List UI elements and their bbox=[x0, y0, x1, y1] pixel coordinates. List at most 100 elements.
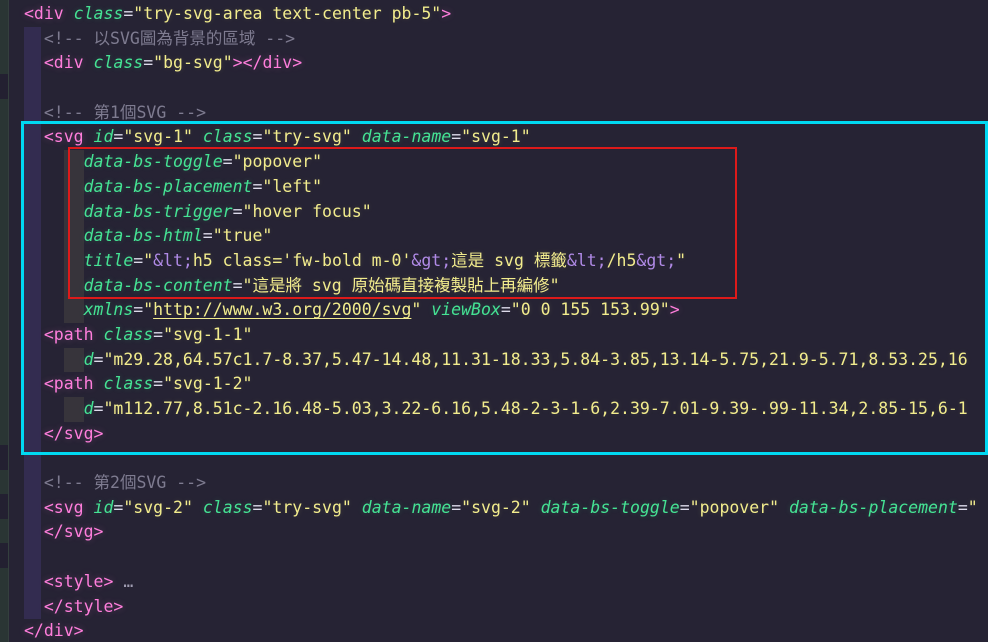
code-line-4[interactable] bbox=[0, 76, 988, 101]
indent-guide-band bbox=[64, 348, 84, 373]
token-str: /h5 bbox=[607, 251, 637, 270]
code-line-11[interactable]: title="&lt;h5 class='fw-bold m-0'&gt;這是 … bbox=[0, 249, 988, 274]
indent-whitespace bbox=[24, 43, 44, 44]
code-line-6[interactable]: <svg id="svg-1" class="try-svg" data-nam… bbox=[0, 125, 988, 150]
code-line-9[interactable]: data-bs-trigger="hover focus" bbox=[0, 200, 988, 225]
code-line-16[interactable]: <path class="svg-1-2" bbox=[0, 372, 988, 397]
token-str: " bbox=[143, 251, 153, 270]
token-str: "hover focus" bbox=[243, 202, 372, 221]
token-eq: = bbox=[451, 127, 461, 146]
indent-guide-band bbox=[64, 274, 84, 299]
token-str: "svg-2" bbox=[123, 498, 193, 517]
token-com: <!-- 第2個SVG --> bbox=[44, 473, 206, 492]
token-tag: </style> bbox=[44, 597, 123, 616]
token-attr: id bbox=[84, 498, 114, 517]
token-str: "m112.77,8.51c-2.16.48-5.03,3.22-6.16,5.… bbox=[103, 399, 967, 418]
token-str: "0 0 155 153.99" bbox=[511, 300, 670, 319]
token-str: "bg-svg" bbox=[153, 53, 232, 72]
code-line-13[interactable]: xmlns="http://www.w3.org/2000/svg" viewB… bbox=[0, 298, 988, 323]
token-tag: <path bbox=[44, 325, 94, 344]
token-ent: &lt; bbox=[153, 251, 193, 270]
code-line-14[interactable]: <path class="svg-1-1" bbox=[0, 323, 988, 348]
token-attr: viewBox bbox=[421, 300, 500, 319]
token-attr: data-bs-content bbox=[84, 276, 233, 295]
token-str: "這是將 svg 原始碼直接複製貼上再編修" bbox=[243, 276, 560, 295]
token-attr: class bbox=[64, 4, 124, 23]
gutter-strip bbox=[0, 0, 9, 642]
code-line-22[interactable]: </svg> bbox=[0, 520, 988, 545]
token-tag: <style> bbox=[44, 572, 114, 591]
token-eq: = bbox=[501, 300, 511, 319]
code-line-21[interactable]: <svg id="svg-2" class="try-svg" data-nam… bbox=[0, 496, 988, 521]
token-eq: = bbox=[233, 202, 243, 221]
token-str: " bbox=[143, 300, 153, 319]
token-str: 這是 svg 標籤 bbox=[451, 251, 567, 270]
token-tag: </svg> bbox=[44, 424, 104, 443]
token-tag: <div bbox=[24, 4, 64, 23]
token-str: h5 class='fw-bold m-0' bbox=[193, 251, 412, 270]
token-eq: = bbox=[223, 152, 233, 171]
gutter-decoration bbox=[0, 543, 8, 568]
code-editor[interactable]: <div class="try-svg-area text-center pb-… bbox=[0, 0, 988, 642]
token-str: "popover" bbox=[233, 152, 322, 171]
token-str: "popover" bbox=[690, 498, 779, 517]
token-com: <!-- 以SVG圖為背景的區域 --> bbox=[44, 29, 295, 48]
code-line-25[interactable]: </style> bbox=[0, 595, 988, 620]
code-line-19[interactable] bbox=[0, 446, 988, 471]
code-line-23[interactable] bbox=[0, 545, 988, 570]
token-attr: class bbox=[94, 325, 154, 344]
code-line-7[interactable]: data-bs-toggle="popover" bbox=[0, 150, 988, 175]
code-line-3[interactable]: <div class="bg-svg"></div> bbox=[0, 51, 988, 76]
token-eq: = bbox=[113, 498, 123, 517]
token-str: " bbox=[411, 300, 421, 319]
token-attr: data-bs-trigger bbox=[84, 202, 233, 221]
token-eq: = bbox=[123, 4, 133, 23]
indent-guide-band bbox=[64, 200, 84, 225]
token-ent: &gt; bbox=[636, 251, 676, 270]
token-attr: data-bs-placement bbox=[779, 498, 958, 517]
token-attr: data-name bbox=[352, 127, 451, 146]
token-str: "svg-2" bbox=[461, 498, 531, 517]
indent-guide-band bbox=[64, 150, 84, 175]
code-line-15[interactable]: d="m29.28,64.57c1.7-8.37,5.47-14.48,11.3… bbox=[0, 348, 988, 373]
code-line-18[interactable]: </svg> bbox=[0, 422, 988, 447]
indent-whitespace bbox=[24, 339, 44, 340]
indent-whitespace bbox=[24, 536, 44, 537]
token-eq: = bbox=[94, 350, 104, 369]
code-line-12[interactable]: data-bs-content="這是將 svg 原始碼直接複製貼上再編修" bbox=[0, 274, 988, 299]
indent-whitespace bbox=[24, 141, 44, 142]
code-line-1[interactable]: <div class="try-svg-area text-center pb-… bbox=[0, 2, 988, 27]
token-tag: <svg bbox=[44, 127, 84, 146]
code-line-24[interactable]: <style> … bbox=[0, 570, 988, 595]
token-eq: = bbox=[143, 53, 153, 72]
code-line-17[interactable]: d="m112.77,8.51c-2.16.48-5.03,3.22-6.16,… bbox=[0, 397, 988, 422]
token-attr: data-bs-toggle bbox=[531, 498, 680, 517]
token-str: "svg-1" bbox=[461, 127, 531, 146]
token-eq: = bbox=[252, 177, 262, 196]
token-attr: data-name bbox=[352, 498, 451, 517]
indent-whitespace bbox=[24, 487, 44, 488]
token-eq: = bbox=[94, 399, 104, 418]
indent-whitespace bbox=[24, 611, 44, 612]
token-attr: class bbox=[94, 374, 154, 393]
code-line-26[interactable]: </div> bbox=[0, 619, 988, 642]
token-attr: class bbox=[193, 498, 253, 517]
code-line-10[interactable]: data-bs-html="true" bbox=[0, 224, 988, 249]
indent-whitespace bbox=[24, 438, 44, 439]
token-eq: = bbox=[680, 498, 690, 517]
token-eq: = bbox=[203, 226, 213, 245]
code-line-8[interactable]: data-bs-placement="left" bbox=[0, 175, 988, 200]
token-tag: ></div> bbox=[233, 53, 303, 72]
indent-whitespace bbox=[24, 586, 44, 587]
code-line-20[interactable]: <!-- 第2個SVG --> bbox=[0, 471, 988, 496]
token-tag: > bbox=[670, 300, 680, 319]
code-line-2[interactable]: <!-- 以SVG圖為背景的區域 --> bbox=[0, 27, 988, 52]
token-tag: </div> bbox=[24, 621, 84, 640]
token-attr: data-bs-toggle bbox=[84, 152, 223, 171]
token-attr: id bbox=[84, 127, 114, 146]
indent-whitespace bbox=[24, 67, 44, 68]
token-tag: > bbox=[441, 4, 451, 23]
gutter-decoration bbox=[0, 445, 8, 470]
code-line-5[interactable]: <!-- 第1個SVG --> bbox=[0, 101, 988, 126]
token-eq: = bbox=[153, 325, 163, 344]
